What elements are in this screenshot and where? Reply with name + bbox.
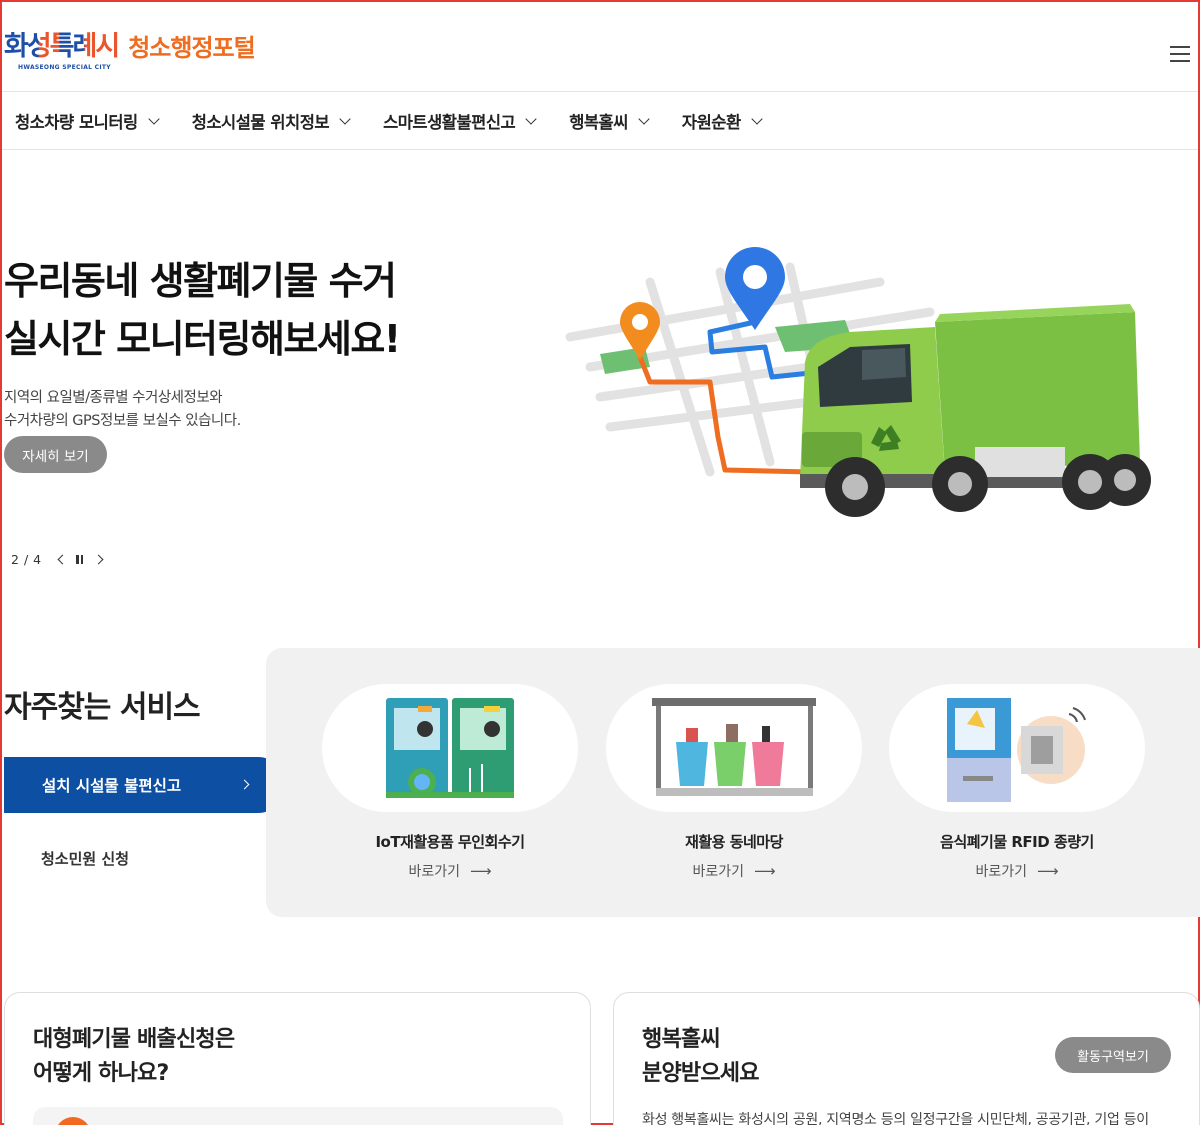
iot-collector-icon [386,698,514,798]
card-title: 행복홀씨 분양받으세요 [642,1023,759,1091]
slider-controls: 2 / 4 [11,552,104,567]
next-slide-icon[interactable] [93,554,104,565]
card-title-line: 분양받으세요 [642,1061,759,1086]
nav-item-label: 청소차량 모니터링 [15,113,138,132]
service-card-name: 음식폐기물 RFID 종량기 [940,833,1094,851]
prev-slide-icon[interactable] [57,554,68,565]
service-card-link-label: 바로가기 [692,864,744,880]
nav-item-label: 스마트생활불편신고 [383,113,516,132]
portal-name: 청소행정포털 [128,34,255,62]
slide-separator: / [23,552,29,567]
card-title-line: 어떻게 하나요? [33,1061,169,1086]
rfid-bin-icon [947,698,1086,802]
step-icon [55,1117,91,1125]
hero-title-line: 우리동네 생활폐기물 수거 [4,259,397,303]
chevron-down-icon [750,113,763,125]
slide-total: 4 [33,552,42,567]
city-logo: 화성특례시 HWASEONG SPECIAL CITY [4,31,120,72]
service-card-name: IoT재활용품 무인회수기 [375,833,525,851]
happy-seed-card[interactable]: 행복홀씨 분양받으세요 활동구역보기 화성 행복홀씨는 화성시의 공원, 지역명… [613,992,1200,1125]
chevron-down-icon [148,113,160,125]
nav-item-label: 청소시설물 위치정보 [191,113,330,132]
nav-item-label: 행복홀씨 [569,113,628,132]
card-description: 화성 행복홀씨는 화성시의 공원, 지역명소 등의 일정구간을 시민단체, 공공… [642,1112,1149,1125]
hero-detail-button[interactable]: 자세히 보기 [4,436,107,473]
view-activity-area-button[interactable]: 활동구역보기 [1055,1037,1171,1073]
chevron-down-icon [525,113,537,125]
nav-item-vehicle-monitoring[interactable]: 청소차량 모니터링 [15,109,160,133]
service-card-link[interactable]: 바로가기 ⟶ [322,861,578,881]
city-logo-korean: 화성특례시 [4,31,120,62]
bulky-waste-card[interactable]: 대형폐기물 배출신청은 어떻게 하나요? [4,992,591,1125]
card-title-line: 행복홀씨 [642,1027,721,1052]
truck-map-illustration [565,247,1151,517]
site-logo[interactable]: 화성특례시 HWASEONG SPECIAL CITY 청소행정포털 [4,31,256,72]
nav-item-label: 자원순환 [681,113,741,132]
service-card-link[interactable]: 바로가기 ⟶ [889,861,1145,881]
service-card-link-label: 바로가기 [408,864,460,880]
nav-item-happy-seed[interactable]: 행복홀씨 [569,109,650,133]
service-card-image [606,684,862,812]
services-panel: IoT재활용품 무인회수기 바로가기 ⟶ 재활용 동네마당 바로가기 ⟶ 음식폐… [266,648,1200,917]
hero-description-line: 지역의 요일별/종류별 수거상세정보와 [4,390,223,406]
service-card-rfid[interactable]: 음식폐기물 RFID 종량기 바로가기 ⟶ [889,684,1145,880]
nav-item-resource-recycling[interactable]: 자원순환 [681,109,763,133]
slide-current: 2 [11,552,19,567]
arrow-right-icon: ⟶ [754,862,776,880]
service-card-link[interactable]: 바로가기 ⟶ [606,861,862,881]
service-card-image [322,684,578,812]
hero-description-line: 수거차량의 GPS정보를 보실수 있습니다. [4,413,241,429]
tab-facility-report[interactable]: 설치 시설물 불편신고 [4,757,286,813]
nav-item-smart-report[interactable]: 스마트생활불편신고 [383,109,537,133]
menu-icon[interactable] [1170,46,1190,62]
chevron-down-icon [339,113,351,125]
service-card-recycling-yard[interactable]: 재활용 동네마당 바로가기 ⟶ [606,684,862,880]
chevron-down-icon [638,113,650,125]
card-title: 대형폐기물 배출신청은 어떻게 하나요? [33,1023,235,1091]
card-step-strip [33,1107,563,1125]
city-logo-english: HWASEONG SPECIAL CITY [18,64,111,71]
service-card-iot[interactable]: IoT재활용품 무인회수기 바로가기 ⟶ [322,684,578,880]
tab-label: 설치 시설물 불편신고 [42,777,182,795]
chevron-right-icon [239,779,250,790]
arrow-right-icon: ⟶ [1037,862,1059,880]
arrow-right-icon: ⟶ [470,862,492,880]
hero-title-line: 실시간 모니터링해보세요! [4,317,401,361]
hero-description: 지역의 요일별/종류별 수거상세정보와 수거차량의 GPS정보를 보실수 있습니… [4,387,241,433]
service-card-image [889,684,1145,812]
service-card-link-label: 바로가기 [975,864,1027,880]
site-header: 화성특례시 HWASEONG SPECIAL CITY 청소행정포털 [2,2,1198,92]
services-title: 자주찾는 서비스 [4,690,201,725]
recycling-station-icon [652,698,816,796]
service-card-name: 재활용 동네마당 [685,833,783,851]
hero-title: 우리동네 생활폐기물 수거 실시간 모니터링해보세요! [4,252,401,368]
tab-cleaning-complaint[interactable]: 청소민원 신청 [41,848,129,869]
main-nav: 청소차량 모니터링 청소시설물 위치정보 스마트생활불편신고 행복홀씨 자원순환 [2,93,1198,150]
card-title-line: 대형폐기물 배출신청은 [33,1027,235,1052]
pause-icon[interactable] [76,555,84,564]
nav-item-facility-location[interactable]: 청소시설물 위치정보 [191,109,351,133]
